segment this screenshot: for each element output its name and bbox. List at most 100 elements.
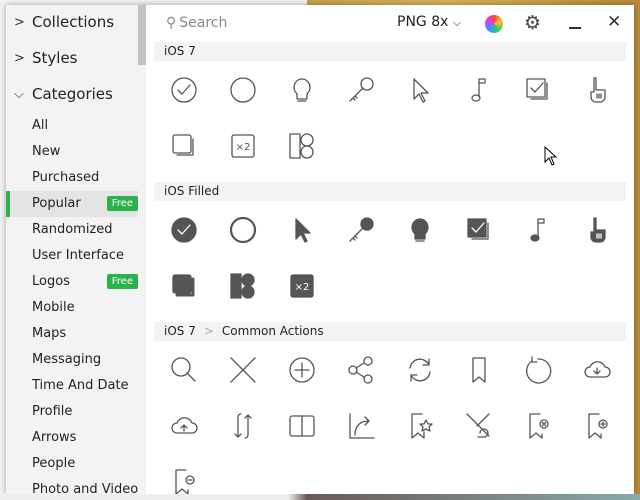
sidebar-scrollbar[interactable] [138,5,146,494]
lightbulb-icon[interactable] [287,75,317,105]
desktop-background [0,494,640,500]
minimize-button[interactable] [569,27,581,29]
x2-icon[interactable]: ×2 [287,271,317,301]
layout-icon[interactable] [228,271,258,301]
sidebar-item[interactable]: User Interface [6,243,146,269]
format-dropdown[interactable]: PNG 8x ⌵ [397,14,461,30]
checkbox-stack-icon[interactable] [464,215,494,245]
shuffle-icon[interactable] [464,411,494,441]
key-icon[interactable] [346,215,376,245]
sidebar-item[interactable]: Popular Free [6,191,146,217]
breadcrumb-chevron-icon: > [203,324,214,338]
section-title: iOS 7 [164,324,196,338]
group-styles[interactable]: > Styles [14,49,78,67]
sidebar-item-label: People [32,456,76,471]
bookmark-add-icon[interactable] [582,411,612,441]
section-subtitle: Common Actions [221,324,324,338]
sidebar-item[interactable]: Photo and Video [6,477,146,494]
close-icon[interactable] [228,355,258,385]
book-icon[interactable] [287,411,317,441]
music-note-icon[interactable] [464,75,494,105]
sidebar-item-label: Mobile [32,300,75,315]
free-badge: Free [106,274,138,289]
search-placeholder: Search [179,15,228,31]
share-arrow-icon[interactable] [346,411,376,441]
free-badge: Free [106,196,138,211]
svg-text:×2: ×2 [236,142,251,153]
sidebar-item[interactable]: Messaging [6,347,146,373]
key-icon[interactable] [346,75,376,105]
sidebar-item[interactable]: Purchased [6,165,146,191]
circle-icon[interactable] [228,75,258,105]
cursor-icon[interactable] [405,75,435,105]
sidebar-item[interactable]: Mobile [6,295,146,321]
sidebar-item[interactable]: Arrows [6,425,146,451]
app-window: > Collections > Styles ⌵ Categories All New P… [6,5,634,494]
chevron-down-icon: ⌵ [14,86,24,102]
sidebar-item-label: Time And Date [32,378,129,393]
layout-icon[interactable] [287,131,317,161]
sidebar-item[interactable]: All [6,113,146,139]
share-icon[interactable] [346,355,376,385]
hand-pointer-icon[interactable] [582,215,612,245]
cursor-icon[interactable] [287,215,317,245]
search-input[interactable]: ⚲ Search [166,15,227,31]
bookmark-minus-icon[interactable] [169,467,199,494]
gear-icon[interactable]: ⚙ [524,14,541,33]
group-categories[interactable]: ⌵ Categories [14,85,113,103]
color-picker-button[interactable] [485,15,503,33]
hand-pointer-icon[interactable] [582,75,612,105]
section-header: iOS Filled [154,182,626,201]
group-collections[interactable]: > Collections [14,13,114,31]
sidebar-item[interactable]: Profile [6,399,146,425]
refresh-icon[interactable] [405,355,435,385]
copy-icon[interactable] [169,271,199,301]
chevron-down-icon: ⌵ [452,16,462,29]
circle-icon[interactable] [228,215,258,245]
checkbox-stack-icon[interactable] [523,75,553,105]
copy-icon[interactable] [169,131,199,161]
sidebar-item[interactable]: People [6,451,146,477]
sidebar-item[interactable]: New [6,139,146,165]
bookmark-star-icon[interactable] [405,411,435,441]
sidebar: > Collections > Styles ⌵ Categories All New P… [6,5,146,494]
cloud-upload-icon[interactable] [169,411,199,441]
x2-icon[interactable]: ×2 [228,131,258,161]
sidebar-item[interactable]: Maps [6,321,146,347]
svg-text:×2: ×2 [295,282,310,293]
group-label: Styles [32,49,78,67]
sidebar-item[interactable]: Logos Free [6,269,146,295]
sidebar-item[interactable]: Randomized [6,217,146,243]
section-title: iOS Filled [164,184,220,198]
checkmark-circle-icon[interactable] [169,75,199,105]
sidebar-item-label: Arrows [32,430,77,445]
bookmark-icon[interactable] [464,355,494,385]
sidebar-item-label: Purchased [32,170,100,185]
sidebar-item-label: Photo and Video [32,482,139,494]
rotate-icon[interactable] [523,355,553,385]
mouse-cursor-icon [544,146,558,166]
sync-icon[interactable] [228,411,258,441]
cloud-download-icon[interactable] [582,355,612,385]
sidebar-item-label: All [32,118,49,133]
sidebar-item-label: Maps [32,326,67,341]
search-icon[interactable] [169,355,199,385]
add-circle-icon[interactable] [287,355,317,385]
bookmark-remove-icon[interactable] [523,411,553,441]
sidebar-item-label: Logos [32,274,70,289]
sidebar-item-label: Popular [32,196,81,211]
sidebar-item-label: Profile [32,404,73,419]
lightbulb-icon[interactable] [405,215,435,245]
checkmark-circle-icon[interactable] [169,215,199,245]
section-header: iOS 7 [154,42,626,61]
group-label: Categories [32,85,113,103]
close-button[interactable]: ✕ [607,12,621,32]
music-note-icon[interactable] [523,215,553,245]
section-header: iOS 7 > Common Actions [154,322,626,341]
chevron-right-icon: > [14,50,25,66]
sidebar-item[interactable]: Time And Date [6,373,146,399]
sidebar-item-label: Messaging [32,352,102,367]
main-panel: ⚲ Search PNG 8x ⌵ ⚙ ✕ iOS 7 ×2 iOS Filled ×2… [146,5,634,494]
scrollbar-thumb[interactable] [138,5,146,65]
sidebar-item-label: User Interface [32,248,124,263]
